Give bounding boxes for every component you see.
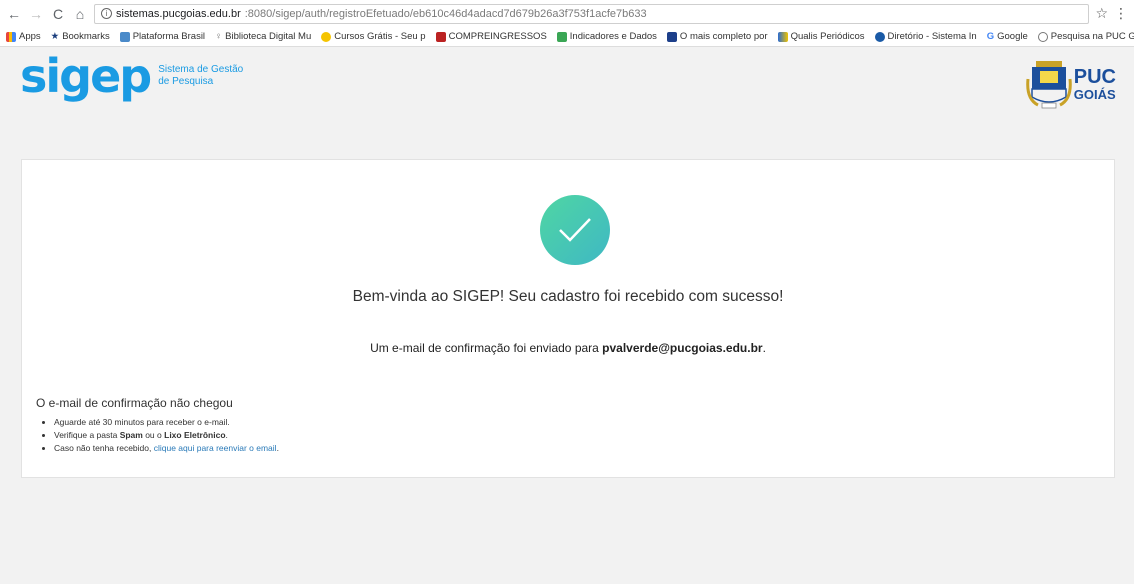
faq-spam-label: Spam <box>119 430 143 440</box>
star-icon: ★ <box>50 31 60 42</box>
faq-item-text: . <box>276 443 279 453</box>
bookmark-bookmarks[interactable]: ★ Bookmarks <box>51 31 110 42</box>
pin-icon: ♀ <box>215 31 223 42</box>
google-icon: G <box>986 31 995 42</box>
faq-item-resend: Caso não tenha recebido, clique aqui par… <box>54 442 279 455</box>
browser-chrome: ← → C ⌂ i sistemas.pucgoias.edu.br:8080/… <box>0 0 1134 47</box>
bookmark-label: Plataforma Brasil <box>132 31 206 42</box>
bookmark-cursos[interactable]: Cursos Grátis - Seu p <box>321 31 426 42</box>
bookmark-pesquisa-puc[interactable]: Pesquisa na PUC Goi <box>1037 31 1134 42</box>
bookmark-label: Pesquisa na PUC Goi <box>1050 31 1134 42</box>
faq-item-text: . <box>225 430 228 440</box>
forward-icon[interactable]: → <box>28 6 44 22</box>
logo-subtitle: Sistema de Gestão de Pesquisa <box>158 64 243 88</box>
logo-word: sigep <box>20 49 152 103</box>
bookmark-label: Cursos Grátis - Seu p <box>334 31 426 42</box>
bookmark-diretorio[interactable]: Diretório - Sistema In <box>874 31 977 42</box>
success-headline: Bem-vinda ao SIGEP! Seu cadastro foi rec… <box>352 288 784 305</box>
puc-goias-logo[interactable]: PUC GOIÁS <box>1025 59 1116 111</box>
wordpress-icon <box>1037 31 1048 42</box>
bookmark-label: O mais completo por <box>679 31 768 42</box>
diretorio-icon <box>874 31 885 42</box>
faq-item-text: ou o <box>142 430 165 440</box>
bookmark-star-icon[interactable]: ☆ <box>1095 5 1108 22</box>
resend-email-link[interactable]: clique aqui para reenviar o email <box>154 443 277 453</box>
faq-list: Aguarde até 30 minutos para receber o e-… <box>54 416 279 455</box>
faq-junk-label: Lixo Eletrônico <box>164 430 226 440</box>
dm-icon <box>666 31 677 42</box>
indicadores-icon <box>556 31 567 42</box>
bookmark-label: COMPREINGRESSOS <box>448 31 547 42</box>
faq-item-text: Verifique a pasta <box>54 430 120 440</box>
puc-text-line-1: PUC <box>1073 65 1116 88</box>
faq-title: O e-mail de confirmação não chegou <box>36 396 233 410</box>
url-path: :8080/sigep/auth/registroEfetuado/eb610c… <box>244 7 647 20</box>
puc-seal-icon <box>1025 61 1072 109</box>
confirmation-suffix: . <box>762 341 766 355</box>
bookmark-qualis[interactable]: Qualis Periódicos <box>777 31 865 42</box>
bookmark-google[interactable]: G Google <box>987 31 1028 42</box>
bookmarks-bar: Apps ★ Bookmarks Plataforma Brasil ♀ Bibli… <box>0 27 1134 46</box>
check-mark <box>559 218 591 242</box>
back-icon[interactable]: ← <box>6 6 22 22</box>
confirmation-prefix: Um e-mail de confirmação foi enviado par… <box>370 341 603 355</box>
compre-icon <box>435 31 446 42</box>
bookmark-o-mais-completo[interactable]: O mais completo por <box>666 31 768 42</box>
page-body: sigep Sistema de Gestão de Pesquisa PUC … <box>0 47 1134 584</box>
confirmation-message: Um e-mail de confirmação foi enviado par… <box>22 341 1114 355</box>
bookmark-label: Apps <box>19 31 41 42</box>
bookmark-indicadores[interactable]: Indicadores e Dados <box>556 31 657 42</box>
qualis-icon <box>777 31 788 42</box>
bookmark-label: Indicadores e Dados <box>569 31 657 42</box>
puc-text-line-2: GOIÁS <box>1073 86 1116 102</box>
bookmark-biblioteca[interactable]: ♀ Biblioteca Digital Mu <box>215 31 311 42</box>
faq-item-text: Caso não tenha recebido, <box>54 443 154 453</box>
faq-item-spam: Verifique a pasta Spam ou o Lixo Eletrôn… <box>54 429 279 442</box>
reload-icon[interactable]: C <box>50 6 66 22</box>
apps-grid-icon <box>6 31 16 42</box>
check-icon <box>540 195 610 265</box>
smiley-icon <box>321 31 332 42</box>
confirmation-email: pvalverde@pucgoias.edu.br <box>602 341 763 355</box>
bookmark-plataforma-brasil[interactable]: Plataforma Brasil <box>119 31 206 42</box>
address-bar[interactable]: i sistemas.pucgoias.edu.br:8080/sigep/au… <box>94 3 1090 24</box>
logo-subtitle-line-2: de Pesquisa <box>158 76 214 87</box>
bookmark-compreingressos[interactable]: COMPREINGRESSOS <box>435 31 547 42</box>
bookmark-label: Qualis Periódicos <box>790 31 865 42</box>
bookmark-apps[interactable]: Apps <box>6 31 41 42</box>
home-icon[interactable]: ⌂ <box>72 6 88 22</box>
address-row: ← → C ⌂ i sistemas.pucgoias.edu.br:8080/… <box>0 0 1134 27</box>
faq-item-wait: Aguarde até 30 minutos para receber o e-… <box>54 416 279 429</box>
puc-text: PUC GOIÁS <box>1073 65 1116 102</box>
info-icon[interactable]: i <box>101 8 112 19</box>
url-host: sistemas.pucgoias.edu.br <box>116 7 241 20</box>
success-card: Bem-vinda ao SIGEP! Seu cadastro foi rec… <box>21 159 1115 478</box>
sigep-logo[interactable]: sigep Sistema de Gestão de Pesquisa <box>20 53 243 99</box>
menu-dots-icon[interactable]: ⋮ <box>1114 5 1128 22</box>
bookmark-label: Bookmarks <box>62 31 110 42</box>
logo-subtitle-line-1: Sistema de Gestão <box>158 64 244 75</box>
faq-item-text: Aguarde até 30 minutos para receber o e-… <box>54 417 230 427</box>
bookmark-label: Biblioteca Digital Mu <box>225 31 312 42</box>
bookmark-label: Diretório - Sistema In <box>887 31 977 42</box>
plataforma-icon <box>119 31 130 42</box>
bookmark-label: Google <box>997 31 1028 42</box>
